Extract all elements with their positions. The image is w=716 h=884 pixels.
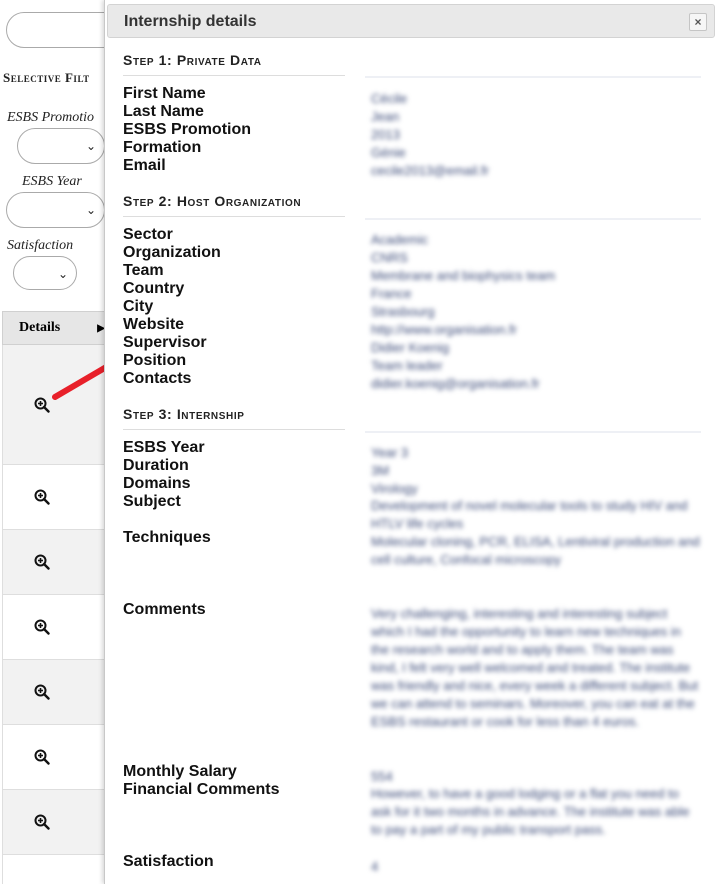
dialog-title: Internship details <box>124 13 257 30</box>
value-sector: Academic <box>371 232 429 247</box>
label-position: Position <box>123 352 187 369</box>
zoom-in-icon[interactable] <box>34 684 50 700</box>
label-duration: Duration <box>123 457 189 474</box>
value-salary: 554 <box>371 769 393 784</box>
label-email: Email <box>123 157 166 174</box>
value-year: Year 3 <box>371 445 409 460</box>
zoom-in-icon[interactable] <box>34 397 50 413</box>
value-techniques: Molecular cloning, PCR, ELISA, Lentivira… <box>371 534 700 567</box>
value-organization: CNRS <box>371 250 408 265</box>
table-row <box>2 790 112 855</box>
label-sector: Sector <box>123 226 173 243</box>
filter-satisfaction-select[interactable]: ⌄ <box>13 256 77 290</box>
value-website[interactable]: http://www.organisation.fr <box>371 322 517 337</box>
label-year: ESBS Year <box>123 439 205 456</box>
filter-promotion-select[interactable]: ⌄ <box>17 128 105 164</box>
value-email[interactable]: cecile2013@email.fr <box>371 163 489 178</box>
label-first-name: First Name <box>123 85 206 102</box>
label-organization: Organization <box>123 244 221 261</box>
zoom-in-icon[interactable] <box>34 489 50 505</box>
label-subject: Subject <box>123 493 181 510</box>
label-techniques: Techniques <box>123 529 211 546</box>
label-salary: Monthly Salary <box>123 763 237 780</box>
zoom-in-icon[interactable] <box>34 814 50 830</box>
label-promotion: ESBS Promotion <box>123 121 252 138</box>
label-last-name: Last Name <box>123 103 204 120</box>
table-row <box>2 345 112 465</box>
value-financial-comments: However, to have a good lodging or a fla… <box>371 786 690 837</box>
label-website: Website <box>123 316 185 333</box>
value-promotion: 2013 <box>371 127 400 142</box>
label-formation: Formation <box>123 139 202 156</box>
divider <box>365 218 701 220</box>
value-supervisor: Didier Koenig <box>371 340 450 355</box>
chevron-down-icon: ⌄ <box>85 139 96 153</box>
step2-title: Step 2: Host Organization <box>123 193 302 209</box>
close-icon: × <box>694 15 702 29</box>
zoom-in-icon[interactable] <box>34 749 50 765</box>
table-row <box>2 595 112 660</box>
chevron-down-icon: ⌄ <box>57 267 68 281</box>
table-row <box>2 660 112 725</box>
value-first-name: Cécile <box>371 91 408 106</box>
page: Selective Filt ESBS Promotio ⌄ ESBS Year… <box>0 0 716 884</box>
value-satisfaction: 4 <box>371 859 379 874</box>
value-subject: Development of novel molecular tools to … <box>371 498 688 531</box>
divider <box>123 75 345 76</box>
chevron-down-icon: ⌄ <box>85 203 96 217</box>
filter-promotion-label: ESBS Promotio <box>7 110 94 125</box>
label-financial-comments: Financial Comments <box>123 781 280 798</box>
table-header-details[interactable]: Details ▶ <box>2 311 112 345</box>
divider <box>365 431 701 433</box>
table-row <box>2 855 112 884</box>
step1-title: Step 1: Private Data <box>123 52 262 68</box>
value-comments: Very challenging, interesting and intere… <box>371 606 699 729</box>
value-last-name: Jean <box>371 109 400 124</box>
label-contacts: Contacts <box>123 370 192 387</box>
table-row <box>2 465 112 530</box>
label-team: Team <box>123 262 164 279</box>
dialog-titlebar[interactable]: Internship details × <box>107 4 715 38</box>
results-table: Details ▶ <box>2 311 112 884</box>
filter-satisfaction-label: Satisfaction <box>7 238 74 253</box>
table-header-label: Details <box>19 320 61 335</box>
step3-title: Step 3: Internship <box>123 406 245 422</box>
table-row <box>2 725 112 790</box>
value-domains: Virology <box>371 481 418 496</box>
value-city: Strasbourg <box>371 304 435 319</box>
divider <box>123 216 345 217</box>
value-country: France <box>371 286 412 301</box>
value-position: Team leader <box>371 358 443 373</box>
close-button[interactable]: × <box>689 13 707 31</box>
label-satisfaction: Satisfaction <box>123 853 214 870</box>
filters-title: Selective Filt <box>3 70 90 85</box>
label-domains: Domains <box>123 475 191 492</box>
internship-details-dialog: Internship details × Step 1: Private Dat… <box>104 0 716 884</box>
zoom-in-icon[interactable] <box>34 554 50 570</box>
value-duration: 3M <box>371 463 390 478</box>
value-contacts[interactable]: didier.koenig@organisation.fr <box>371 376 540 391</box>
divider <box>365 76 701 78</box>
label-supervisor: Supervisor <box>123 334 207 351</box>
value-formation: Génie <box>371 145 406 160</box>
value-team: Membrane and biophysics team <box>371 268 556 283</box>
filter-year-label: ESBS Year <box>22 174 82 189</box>
zoom-in-icon[interactable] <box>34 619 50 635</box>
filter-year-select[interactable]: ⌄ <box>6 192 105 228</box>
label-city: City <box>123 298 154 315</box>
label-comments: Comments <box>123 601 206 618</box>
divider <box>123 429 345 430</box>
table-row <box>2 530 112 595</box>
label-country: Country <box>123 280 185 297</box>
